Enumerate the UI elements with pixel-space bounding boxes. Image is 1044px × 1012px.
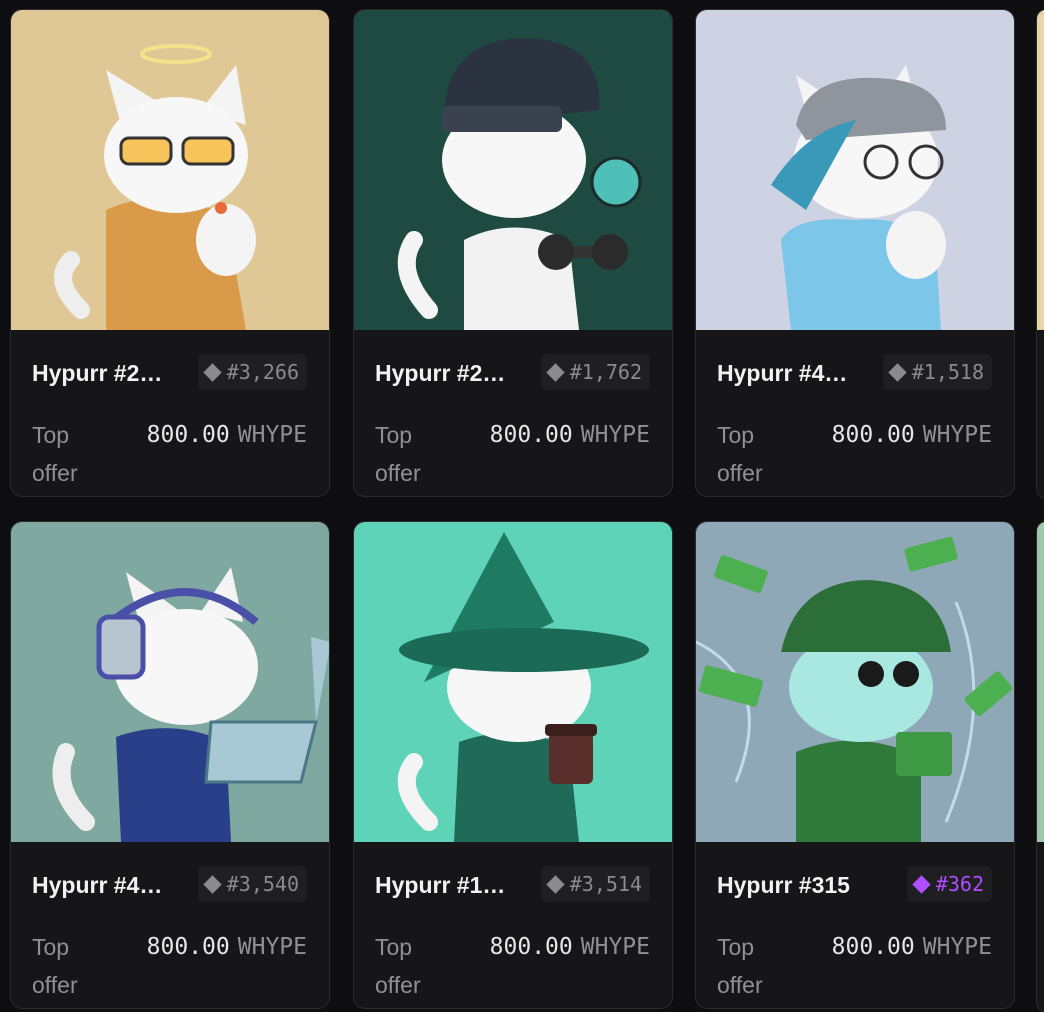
- diamond-icon: [546, 874, 565, 894]
- diamond-icon: [912, 874, 931, 894]
- rarity-rank: #3,514: [569, 872, 642, 896]
- rarity-rank-badge: #3,266: [197, 354, 307, 390]
- top-offer-label: Top offer: [32, 934, 78, 998]
- rarity-rank-badge: #1,518: [882, 354, 992, 390]
- top-offer-price: 800.00 WHYPE: [490, 928, 650, 966]
- price-currency: WHYPE: [237, 422, 307, 448]
- rarity-rank: #3,540: [226, 872, 299, 896]
- nft-image[interactable]: [11, 522, 330, 842]
- nft-image[interactable]: [696, 522, 1015, 842]
- nft-title[interactable]: Hypurr #1…: [375, 872, 525, 899]
- price-currency: WHYPE: [580, 422, 650, 448]
- top-offer-price: 800.00 WHYPE: [147, 416, 307, 454]
- nft-image[interactable]: [696, 10, 1015, 330]
- price-value: 800.00: [146, 934, 230, 960]
- nft-card[interactable]: Hypurr #4… #1,518 Top offer 800.00 WHYPE: [695, 9, 1015, 497]
- top-offer-price: 800.00 WHYPE: [147, 928, 307, 966]
- rarity-rank: #1,518: [911, 360, 984, 384]
- rarity-rank: #1,762: [569, 360, 642, 384]
- price-currency: WHYPE: [922, 422, 992, 448]
- next-card-edge: [1036, 521, 1044, 1012]
- rarity-rank-badge: #3,514: [540, 866, 650, 902]
- top-offer-price: 800.00 WHYPE: [832, 416, 992, 454]
- next-card-edge: [1036, 9, 1044, 499]
- diamond-icon: [888, 362, 907, 382]
- top-offer-label: Top offer: [717, 422, 763, 486]
- nft-image[interactable]: [354, 522, 673, 842]
- price-value: 800.00: [146, 422, 230, 448]
- price-value: 800.00: [489, 934, 573, 960]
- diamond-icon: [203, 362, 222, 382]
- nft-image[interactable]: [11, 10, 330, 330]
- nft-image[interactable]: [354, 10, 673, 330]
- nft-card[interactable]: Hypurr #1… #3,514 Top offer 800.00 WHYPE: [353, 521, 673, 1009]
- nft-title[interactable]: Hypurr #2…: [375, 360, 525, 387]
- price-currency: WHYPE: [922, 934, 992, 960]
- rarity-rank-badge: #3,540: [197, 866, 307, 902]
- top-offer-label: Top offer: [375, 934, 421, 998]
- nft-card[interactable]: Hypurr #315 #362 Top offer 800.00 WHYPE: [695, 521, 1015, 1009]
- nft-card[interactable]: Hypurr #4… #3,540 Top offer 800.00 WHYPE: [10, 521, 330, 1009]
- nft-title[interactable]: Hypurr #4…: [717, 360, 867, 387]
- rarity-rank-badge: #362: [906, 866, 992, 902]
- price-currency: WHYPE: [237, 934, 307, 960]
- nft-card[interactable]: Hypurr #2… #1,762 Top offer 800.00 WHYPE: [353, 9, 673, 497]
- price-value: 800.00: [831, 934, 915, 960]
- nft-title[interactable]: Hypurr #315: [717, 872, 867, 899]
- top-offer-price: 800.00 WHYPE: [490, 416, 650, 454]
- nft-title[interactable]: Hypurr #2…: [32, 360, 182, 387]
- rarity-rank-badge: #1,762: [540, 354, 650, 390]
- top-offer-label: Top offer: [717, 934, 763, 998]
- rarity-rank: #3,266: [226, 360, 299, 384]
- price-value: 800.00: [831, 422, 915, 448]
- top-offer-label: Top offer: [375, 422, 421, 486]
- price-currency: WHYPE: [580, 934, 650, 960]
- top-offer-label: Top offer: [32, 422, 78, 486]
- diamond-icon: [203, 874, 222, 894]
- price-value: 800.00: [489, 422, 573, 448]
- rarity-rank: #362: [935, 872, 984, 896]
- nft-title[interactable]: Hypurr #4…: [32, 872, 182, 899]
- diamond-icon: [546, 362, 565, 382]
- top-offer-price: 800.00 WHYPE: [832, 928, 992, 966]
- nft-card[interactable]: Hypurr #2… #3,266 Top offer 800.00 WHYPE: [10, 9, 330, 497]
